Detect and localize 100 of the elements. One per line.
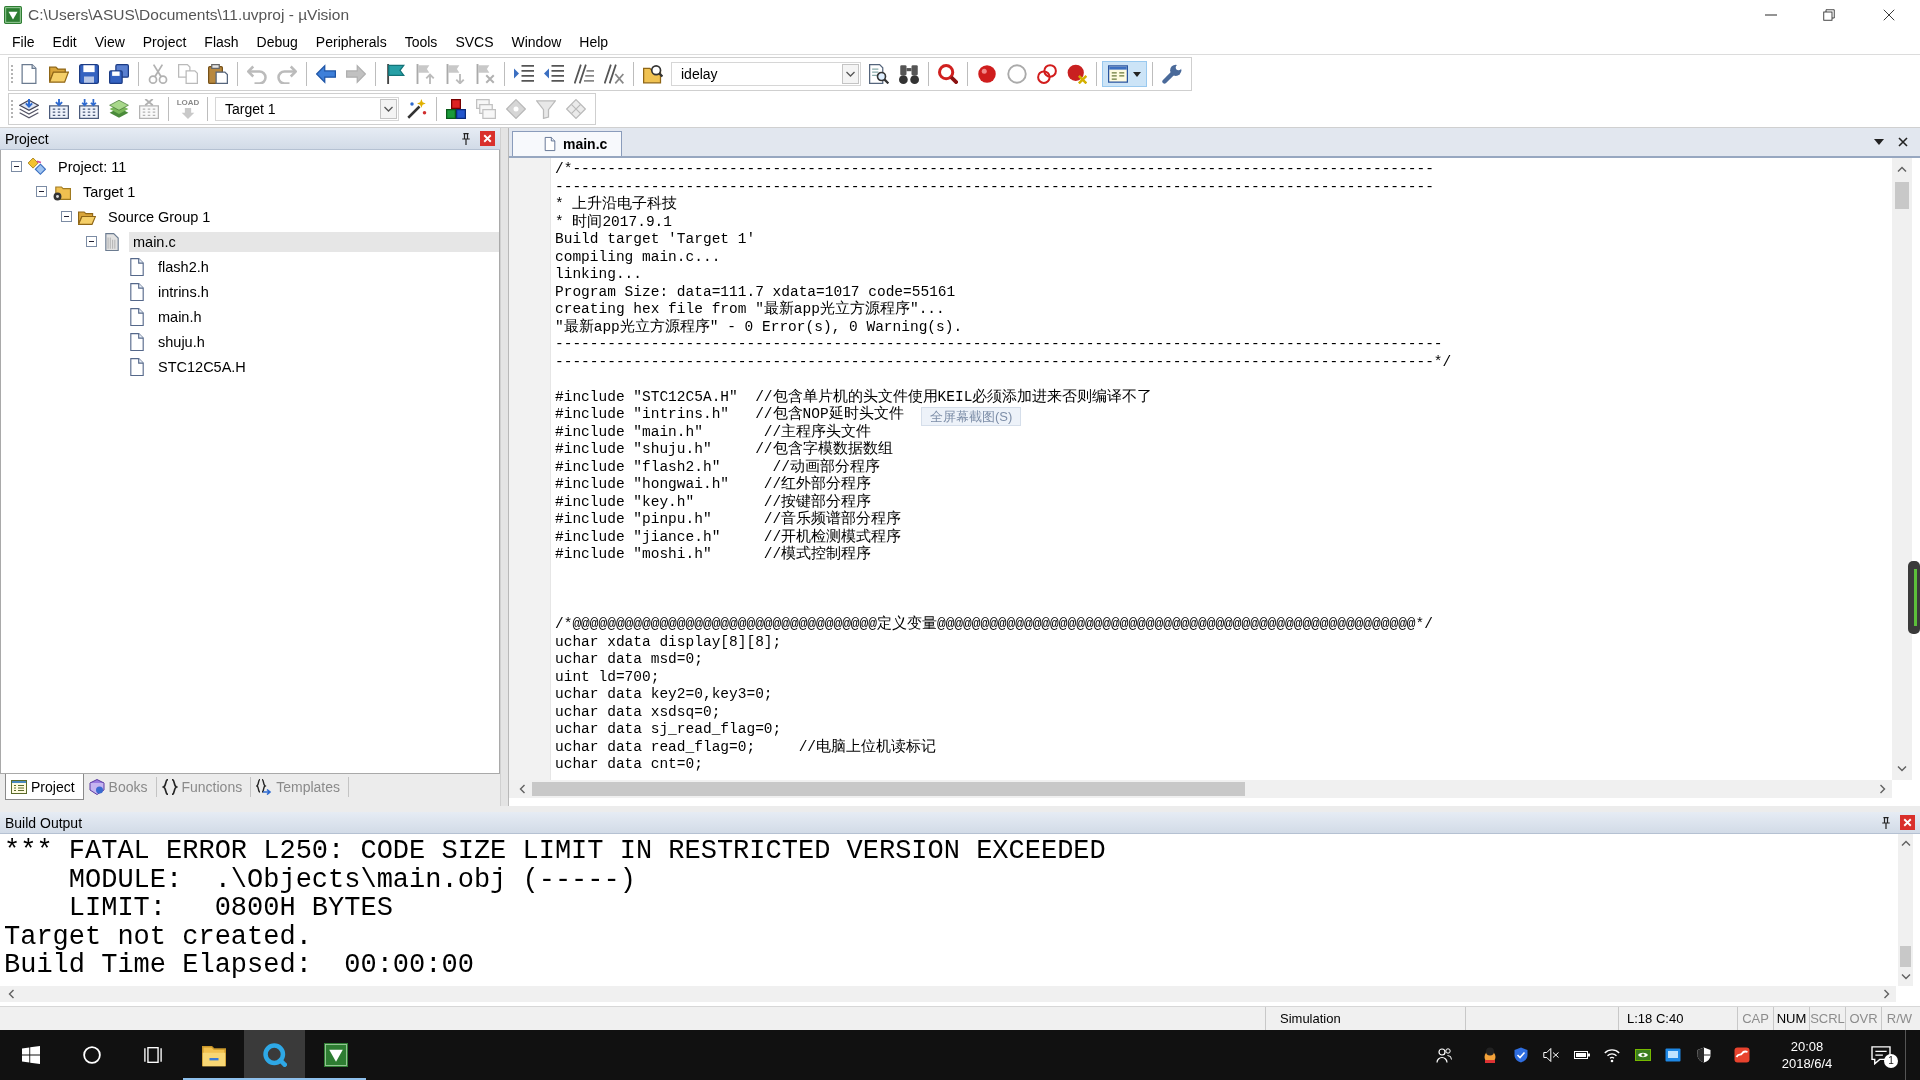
clock-date[interactable]: 2018/6/4 bbox=[1781, 1055, 1833, 1072]
file-icon bbox=[128, 307, 146, 326]
collapse-icon[interactable] bbox=[86, 236, 97, 247]
horizontal-scrollbar[interactable] bbox=[509, 780, 1892, 798]
menu-item[interactable]: View bbox=[85, 32, 134, 52]
side-handle-icon[interactable] bbox=[1908, 561, 1920, 634]
speaker-muted-icon[interactable] bbox=[1543, 1047, 1560, 1063]
menu-item[interactable]: Debug bbox=[247, 32, 307, 52]
indent-icon[interactable] bbox=[514, 64, 534, 84]
back-arrow-icon[interactable] bbox=[316, 64, 336, 84]
tree-item[interactable]: Target 1 bbox=[79, 181, 140, 202]
tree-item[interactable]: shuju.h bbox=[154, 331, 209, 352]
slashes-icon[interactable] bbox=[574, 64, 594, 84]
people-icon[interactable] bbox=[1436, 1047, 1452, 1063]
app-logo-icon bbox=[4, 6, 22, 24]
tree-item[interactable]: main.c bbox=[129, 231, 499, 252]
menu-item[interactable]: Edit bbox=[43, 32, 86, 52]
menu-item[interactable]: SVCS bbox=[446, 32, 503, 52]
scrollbar-thumb[interactable] bbox=[532, 782, 1245, 796]
tooltip: 全屏幕截图(S) bbox=[921, 407, 1022, 426]
folder-search-icon[interactable] bbox=[643, 64, 663, 84]
tree-item[interactable]: intrins.h bbox=[154, 281, 213, 302]
menu-item[interactable]: Project bbox=[133, 32, 196, 52]
layers-arrow-icon[interactable] bbox=[19, 99, 39, 119]
app-tile-icon bbox=[323, 1043, 348, 1067]
restore-icon[interactable] bbox=[1823, 9, 1835, 21]
blocks-icon[interactable] bbox=[446, 99, 466, 119]
menu-item[interactable]: Tools bbox=[395, 32, 447, 52]
tree-item[interactable]: flash2.h bbox=[154, 256, 213, 277]
wrench-icon[interactable] bbox=[1162, 64, 1182, 84]
menu-item[interactable]: Window bbox=[502, 32, 571, 52]
toolbar-button[interactable] bbox=[1102, 61, 1147, 87]
shield-icon[interactable] bbox=[1695, 1047, 1712, 1063]
dropdown-field[interactable]: Target 1 bbox=[215, 97, 399, 121]
scroll-right-icon[interactable] bbox=[1880, 784, 1886, 794]
grip-handle-icon[interactable] bbox=[10, 64, 14, 84]
dropdown-field[interactable]: idelay bbox=[671, 62, 861, 86]
scroll-down-icon[interactable] bbox=[1900, 974, 1911, 980]
save-all-icon[interactable] bbox=[109, 64, 129, 84]
clock-time[interactable]: 20:08 bbox=[1790, 1038, 1824, 1055]
wifi-icon[interactable] bbox=[1604, 1047, 1621, 1063]
tree-item[interactable]: STC12C5A.H bbox=[154, 356, 250, 377]
vertical-scrollbar[interactable] bbox=[1892, 158, 1912, 780]
window-tile-icon[interactable] bbox=[1665, 1047, 1682, 1063]
start-icon[interactable] bbox=[21, 1046, 40, 1064]
dot-icon[interactable] bbox=[977, 64, 997, 84]
file-icon bbox=[128, 357, 146, 376]
menu-item[interactable]: Help bbox=[570, 32, 618, 52]
scrollbar-thumb[interactable] bbox=[1895, 182, 1909, 209]
eye-tile-icon[interactable] bbox=[1634, 1047, 1651, 1063]
wave-tile-icon[interactable] bbox=[1734, 1047, 1750, 1063]
menu-item[interactable]: File bbox=[3, 32, 44, 52]
scroll-up-icon[interactable] bbox=[1900, 840, 1911, 846]
menu-item[interactable]: Peripherals bbox=[306, 32, 396, 52]
task-view-icon[interactable] bbox=[143, 1046, 162, 1064]
code-line: uchar data read_flag=0; //电脑上位机读标记 bbox=[555, 738, 937, 756]
pin-icon[interactable] bbox=[1880, 816, 1892, 829]
save-icon[interactable] bbox=[79, 64, 99, 84]
double-circle-icon[interactable] bbox=[1037, 64, 1057, 84]
tree-item[interactable]: Source Group 1 bbox=[104, 206, 215, 227]
taskbar-button[interactable] bbox=[244, 1030, 305, 1080]
shield-check-icon[interactable] bbox=[1512, 1047, 1529, 1063]
open-folder-icon[interactable] bbox=[49, 64, 69, 84]
vertical-scrollbar[interactable] bbox=[1898, 834, 1913, 986]
scroll-up-icon[interactable] bbox=[1897, 166, 1907, 172]
menu-item[interactable]: Flash bbox=[195, 32, 248, 52]
horizontal-scrollbar[interactable] bbox=[0, 986, 1896, 1002]
binoculars-icon[interactable] bbox=[899, 64, 919, 84]
close-icon[interactable] bbox=[1898, 137, 1908, 147]
grid-arrow-icon[interactable] bbox=[49, 99, 69, 119]
panel-tab[interactable]: Project bbox=[5, 774, 84, 800]
paste-icon[interactable] bbox=[208, 64, 228, 84]
scrollbar-thumb[interactable] bbox=[1900, 946, 1911, 967]
list-window-icon bbox=[11, 778, 27, 795]
notification-icon[interactable] bbox=[1871, 1045, 1891, 1065]
magnifier-icon[interactable] bbox=[938, 64, 958, 84]
document-search-icon[interactable] bbox=[869, 64, 889, 84]
collapse-icon[interactable] bbox=[11, 161, 22, 172]
close-icon[interactable] bbox=[1883, 9, 1895, 21]
outdent-icon[interactable] bbox=[544, 64, 564, 84]
slashes-cross-icon[interactable] bbox=[604, 64, 624, 84]
scroll-down-icon[interactable] bbox=[1897, 766, 1907, 772]
caret-down-icon[interactable] bbox=[1874, 139, 1884, 145]
grid-arrows-icon[interactable] bbox=[79, 99, 99, 119]
new-file-icon[interactable] bbox=[19, 64, 39, 84]
layers-icon[interactable] bbox=[109, 99, 129, 119]
tree-item[interactable]: Project: 11 bbox=[54, 156, 131, 177]
collapse-icon[interactable] bbox=[36, 186, 47, 197]
dot-cross-icon[interactable] bbox=[1067, 64, 1087, 84]
flag-icon[interactable] bbox=[385, 64, 405, 84]
magic-wand-icon[interactable] bbox=[407, 99, 427, 119]
scroll-right-icon[interactable] bbox=[1884, 989, 1890, 999]
status-indicator: R/W bbox=[1886, 1011, 1913, 1026]
scroll-left-icon[interactable] bbox=[519, 784, 525, 794]
editor-tab[interactable]: main.c bbox=[512, 131, 623, 156]
pin-icon[interactable] bbox=[460, 132, 472, 145]
scroll-left-icon[interactable] bbox=[8, 989, 14, 999]
collapse-icon[interactable] bbox=[61, 211, 72, 222]
tree-item[interactable]: main.h bbox=[154, 306, 206, 327]
grip-handle-icon[interactable] bbox=[10, 99, 14, 119]
